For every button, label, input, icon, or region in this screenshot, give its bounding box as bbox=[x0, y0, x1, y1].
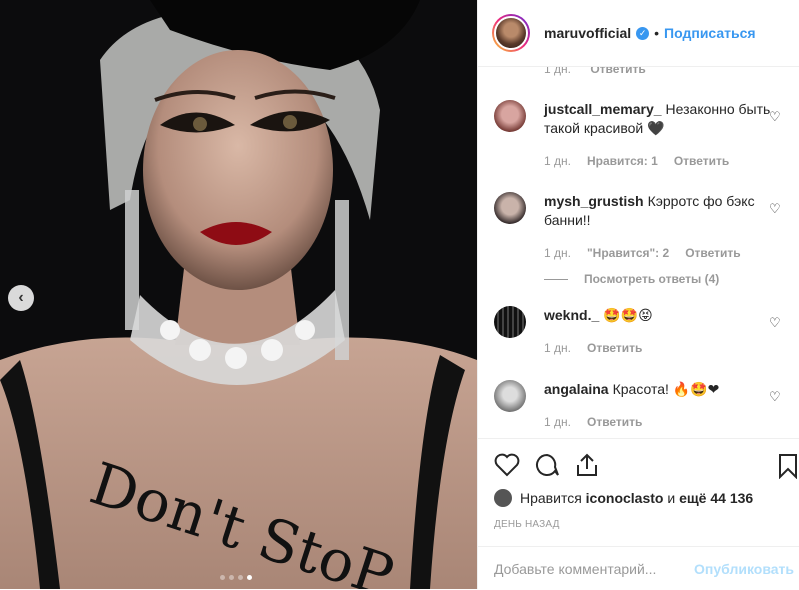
comment-time: 1 дн. bbox=[544, 341, 571, 355]
commenter-avatar[interactable] bbox=[494, 380, 526, 412]
publish-button[interactable]: Опубликовать bbox=[694, 561, 794, 577]
like-comment-heart-icon[interactable]: ♡ bbox=[769, 201, 781, 217]
reply-button[interactable]: Ответить bbox=[685, 246, 740, 260]
replies-divider bbox=[544, 278, 568, 280]
post-side-panel: maruvofficial ✓ • Подписаться 1 дн. Отве… bbox=[477, 0, 799, 589]
header-separator: • bbox=[654, 25, 660, 41]
likes-prefix: Нравится bbox=[520, 490, 582, 506]
commenter-avatar[interactable] bbox=[494, 192, 526, 224]
carousel-dot-active bbox=[247, 575, 252, 580]
carousel-dot bbox=[229, 575, 234, 580]
cut-comment-meta: 1 дн. Ответить bbox=[544, 67, 662, 76]
commenter-username[interactable]: weknd._ bbox=[544, 307, 599, 323]
comment-time: 1 дн. bbox=[544, 154, 571, 168]
commenter-avatar[interactable] bbox=[494, 100, 526, 132]
comment-likes-count[interactable]: Нравится: 1 bbox=[587, 154, 658, 168]
post-header: maruvofficial ✓ • Подписаться bbox=[478, 0, 799, 67]
comment-text: 🤩🤩😝 bbox=[603, 307, 653, 323]
carousel-dot bbox=[220, 575, 225, 580]
like-heart-icon[interactable] bbox=[494, 453, 520, 477]
share-icon[interactable] bbox=[574, 453, 600, 477]
reply-button[interactable]: Ответить bbox=[587, 415, 642, 429]
view-replies-label[interactable]: Посмотреть ответы (4) bbox=[584, 272, 719, 286]
likes-count-link[interactable]: ещё 44 136 bbox=[679, 490, 753, 506]
add-comment-bar: Опубликовать bbox=[478, 546, 799, 590]
reply-button[interactable]: Ответить bbox=[674, 154, 729, 168]
follow-button[interactable]: Подписаться bbox=[664, 25, 756, 41]
reply-button[interactable]: Ответить bbox=[587, 341, 642, 355]
comment-text: Красота! 🔥🤩❤ bbox=[612, 381, 720, 397]
commenter-username[interactable]: justcall_memary_ bbox=[544, 101, 662, 117]
comment-time: 1 дн. bbox=[544, 67, 571, 76]
liker-username[interactable]: iconoclasto bbox=[586, 490, 664, 506]
view-replies-button[interactable]: Посмотреть ответы (4) bbox=[544, 272, 774, 286]
like-comment-heart-icon[interactable]: ♡ bbox=[769, 315, 781, 331]
carousel-dot bbox=[238, 575, 243, 580]
like-comment-heart-icon[interactable]: ♡ bbox=[769, 109, 781, 125]
comment-bubble-icon[interactable] bbox=[534, 453, 560, 477]
comment-item: angalaina Красота! 🔥🤩❤ 1 дн. Ответить bbox=[494, 380, 774, 429]
portrait-illustration: Don't StoP bbox=[0, 0, 477, 589]
reply-button[interactable]: Ответить bbox=[590, 67, 645, 76]
post-timestamp[interactable]: ДЕНЬ НАЗАД bbox=[494, 519, 560, 530]
bookmark-icon[interactable] bbox=[778, 453, 798, 479]
likes-conjunction: и bbox=[667, 490, 676, 506]
comment-time: 1 дн. bbox=[544, 246, 571, 260]
comments-list[interactable]: 1 дн. Ответить justcall_memary_ Незаконно… bbox=[478, 67, 799, 438]
comment-time: 1 дн. bbox=[544, 415, 571, 429]
comment-item: weknd._ 🤩🤩😝 1 дн. Ответить bbox=[494, 306, 774, 355]
carousel-indicator bbox=[220, 575, 252, 580]
verified-badge-icon: ✓ bbox=[636, 26, 650, 40]
comment-item: justcall_memary_ Незаконно быть такой кра… bbox=[494, 100, 774, 168]
like-comment-heart-icon[interactable]: ♡ bbox=[769, 389, 781, 405]
liker-avatar[interactable] bbox=[494, 489, 512, 507]
commenter-username[interactable]: mysh_grustish bbox=[544, 193, 644, 209]
likes-summary: Нравится iconoclasto и ещё 44 136 bbox=[494, 489, 753, 507]
author-username[interactable]: maruvofficial bbox=[544, 25, 631, 41]
author-avatar[interactable] bbox=[492, 14, 530, 52]
post-actions-section: Нравится iconoclasto и ещё 44 136 ДЕНЬ Н… bbox=[478, 438, 799, 589]
post-photo[interactable]: Don't StoP ‹ bbox=[0, 0, 477, 589]
comment-input[interactable] bbox=[494, 560, 694, 577]
commenter-username[interactable]: angalaina bbox=[544, 381, 609, 397]
previous-photo-button[interactable]: ‹ bbox=[8, 285, 34, 311]
action-bar bbox=[494, 453, 798, 479]
comment-likes-count[interactable]: "Нравится": 2 bbox=[587, 246, 669, 260]
commenter-avatar[interactable] bbox=[494, 306, 526, 338]
comment-item: mysh_grustish Кэрротс фо бэкс банни!! 1 д… bbox=[494, 192, 774, 286]
